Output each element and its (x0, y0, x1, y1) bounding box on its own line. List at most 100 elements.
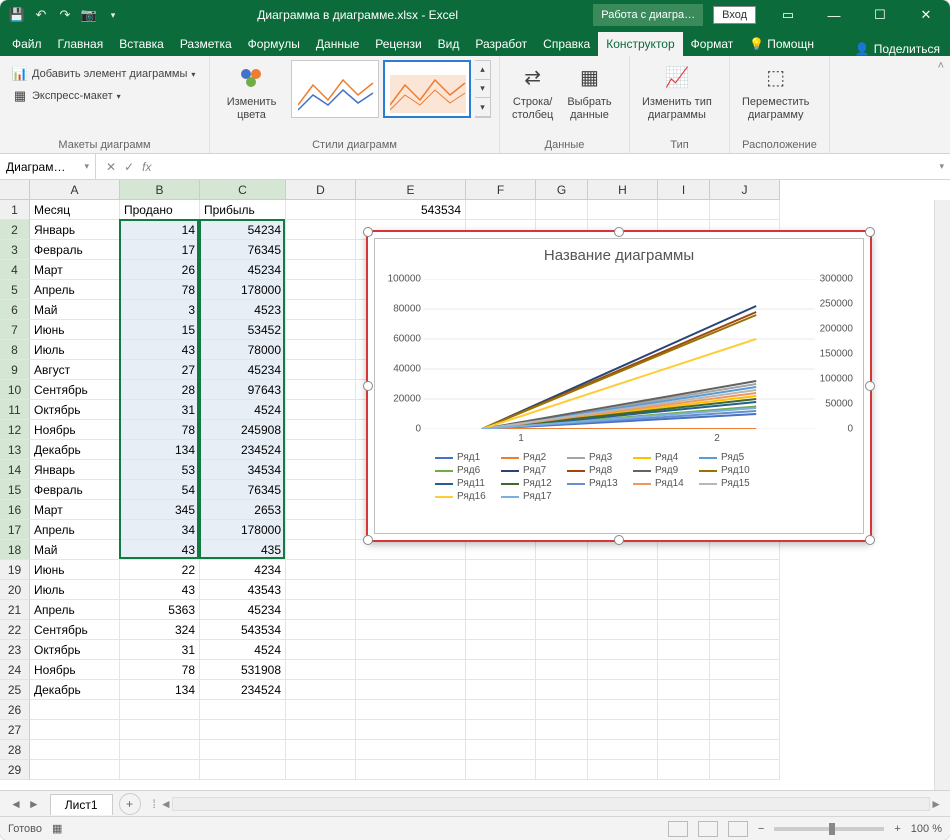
cell[interactable] (536, 540, 588, 560)
cell[interactable]: 245908 (200, 420, 286, 440)
cell[interactable]: Март (30, 260, 120, 280)
chevron-down-icon[interactable]: ▾ (84, 161, 89, 172)
cell[interactable] (588, 200, 658, 220)
cell[interactable]: Сентябрь (30, 620, 120, 640)
cell[interactable] (658, 740, 710, 760)
cell[interactable] (356, 580, 466, 600)
cell[interactable]: Сентябрь (30, 380, 120, 400)
cell[interactable] (658, 660, 710, 680)
legend-item[interactable]: Ряд4 (633, 451, 699, 464)
cell[interactable] (30, 760, 120, 780)
cell[interactable]: Апрель (30, 600, 120, 620)
cell[interactable] (710, 700, 780, 720)
resize-handle-ne[interactable] (865, 227, 875, 237)
cell[interactable]: 54 (120, 480, 200, 500)
cell[interactable] (466, 540, 536, 560)
cell[interactable]: 78000 (200, 340, 286, 360)
cell[interactable]: 435 (200, 540, 286, 560)
legend-item[interactable]: Ряд3 (567, 451, 633, 464)
cell[interactable]: 178000 (200, 520, 286, 540)
cell[interactable] (658, 600, 710, 620)
cell[interactable]: Июнь (30, 320, 120, 340)
collapse-ribbon-icon[interactable]: ˄ (938, 60, 944, 72)
cell[interactable]: 17 (120, 240, 200, 260)
column-header-C[interactable]: C (200, 180, 286, 200)
row-header[interactable]: 25 (0, 680, 30, 700)
cell[interactable] (588, 620, 658, 640)
zoom-level[interactable]: 100 % (911, 823, 942, 835)
legend-item[interactable]: Ряд17 (501, 490, 567, 503)
cell[interactable] (466, 720, 536, 740)
row-header[interactable]: 2 (0, 220, 30, 240)
row-header[interactable]: 5 (0, 280, 30, 300)
spreadsheet-grid[interactable]: ABCDEFGHIJ 1МесяцПроданоПрибыль5435342Ян… (0, 180, 950, 790)
legend-item[interactable]: Ряд10 (699, 464, 765, 477)
sheet-nav-prev-icon[interactable]: ◄ (10, 797, 22, 811)
resize-handle-sw[interactable] (363, 535, 373, 545)
row-header[interactable]: 28 (0, 740, 30, 760)
add-sheet-button[interactable]: + (119, 793, 141, 815)
camera-icon[interactable]: 📷 (80, 6, 98, 24)
cell[interactable]: 134 (120, 440, 200, 460)
cell[interactable]: 76345 (200, 240, 286, 260)
resize-handle-nw[interactable] (363, 227, 373, 237)
chart-legend[interactable]: Ряд1Ряд2Ряд3Ряд4Ряд5Ряд6Ряд7Ряд8Ряд9Ряд1… (415, 449, 823, 527)
cell[interactable]: Май (30, 540, 120, 560)
cell[interactable]: 45234 (200, 360, 286, 380)
cell[interactable] (588, 760, 658, 780)
cell[interactable] (200, 740, 286, 760)
cell[interactable] (286, 540, 356, 560)
cell[interactable] (588, 640, 658, 660)
legend-item[interactable]: Ряд11 (435, 477, 501, 490)
cell[interactable] (356, 620, 466, 640)
embedded-chart[interactable]: Название диаграммы 020000400006000080000… (366, 230, 872, 542)
row-header[interactable]: 18 (0, 540, 30, 560)
cell[interactable] (286, 560, 356, 580)
zoom-slider[interactable] (774, 827, 884, 831)
cell[interactable]: Январь (30, 220, 120, 240)
legend-item[interactable]: Ряд9 (633, 464, 699, 477)
share-button[interactable]: 👤Поделиться (855, 42, 950, 56)
cell[interactable]: 234524 (200, 680, 286, 700)
legend-item[interactable]: Ряд15 (699, 477, 765, 490)
tab-developer[interactable]: Разработ (467, 32, 535, 56)
cell[interactable] (356, 660, 466, 680)
row-header[interactable]: 17 (0, 520, 30, 540)
cell[interactable] (286, 640, 356, 660)
cell[interactable]: 76345 (200, 480, 286, 500)
cell[interactable] (658, 620, 710, 640)
tab-home[interactable]: Главная (50, 32, 112, 56)
cell[interactable]: 543534 (200, 620, 286, 640)
cell[interactable]: 5363 (120, 600, 200, 620)
cell[interactable]: 531908 (200, 660, 286, 680)
cell[interactable] (356, 760, 466, 780)
cell[interactable] (356, 540, 466, 560)
cell[interactable] (356, 740, 466, 760)
cell[interactable] (710, 740, 780, 760)
row-header[interactable]: 10 (0, 380, 30, 400)
cell[interactable] (536, 740, 588, 760)
cell[interactable]: 78 (120, 660, 200, 680)
tab-help[interactable]: Справка (535, 32, 598, 56)
cell[interactable]: 31 (120, 640, 200, 660)
cell[interactable]: 34 (120, 520, 200, 540)
horizontal-scrollbar[interactable]: ⁞◄► (149, 797, 942, 811)
cell[interactable] (588, 560, 658, 580)
cell[interactable] (536, 680, 588, 700)
cell[interactable]: 43 (120, 540, 200, 560)
cell[interactable] (286, 520, 356, 540)
cell[interactable] (286, 260, 356, 280)
ribbon-options-icon[interactable]: ▭ (766, 0, 810, 30)
cell[interactable] (286, 320, 356, 340)
cell[interactable] (466, 600, 536, 620)
row-header[interactable]: 19 (0, 560, 30, 580)
cell[interactable] (710, 760, 780, 780)
cell[interactable]: Июнь (30, 560, 120, 580)
cell[interactable]: 43543 (200, 580, 286, 600)
cell[interactable] (356, 600, 466, 620)
cell[interactable]: Ноябрь (30, 420, 120, 440)
cell[interactable]: 543534 (356, 200, 466, 220)
tab-data[interactable]: Данные (308, 32, 367, 56)
maximize-icon[interactable]: ☐ (858, 0, 902, 30)
cell[interactable]: 234524 (200, 440, 286, 460)
